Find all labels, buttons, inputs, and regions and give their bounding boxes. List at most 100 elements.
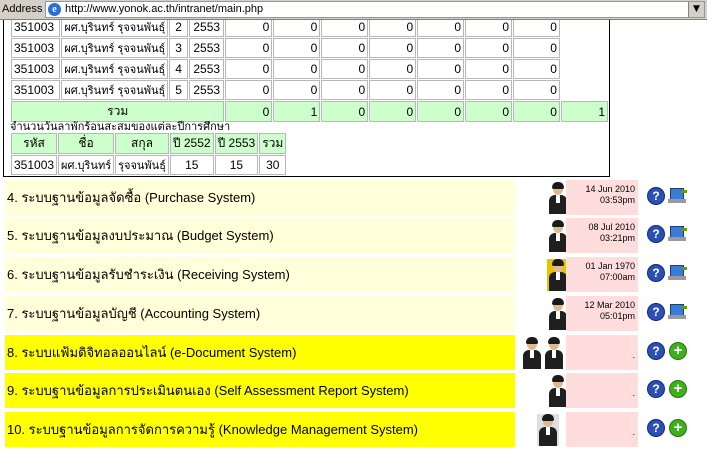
cell-value: 0: [225, 38, 273, 58]
table-header-row: รหัส ชื่อ สกุล ปี 2552 ปี 2553 รวม: [11, 133, 287, 154]
total-value: 0: [417, 101, 465, 122]
table-row: 351003 ผศ.บุรินทร์ รุจจนพันธุ์ 4 2553 0 0 0 0 0 0…: [11, 59, 608, 79]
help-icon[interactable]: ?: [647, 187, 665, 205]
cell-id: 351003: [11, 59, 61, 79]
last-update: .: [566, 373, 638, 408]
cell-year: 2553: [188, 59, 225, 79]
table-row: 351003 ผศ.บุรินทร์ รุจจนพันธุ์ 15 15 30: [11, 155, 287, 175]
last-update-time: .: [632, 427, 635, 437]
computer-access-icon[interactable]: [668, 225, 688, 243]
address-url[interactable]: http://www.yonok.ac.th/intranet/main.php: [65, 3, 263, 15]
cell-name: ผศ.บุรินทร์ รุจจนพันธุ์: [61, 38, 169, 58]
last-update-time: 03:21pm: [599, 233, 635, 243]
cell-year: 2553: [188, 80, 225, 100]
system-row: 10. ระบบฐานข้อมูลการจัดการความรู้ (Knowl…: [5, 412, 707, 449]
cell-last: รุจจนพันธุ์: [115, 155, 169, 175]
cell-value: 0: [513, 80, 560, 100]
help-icon[interactable]: ?: [647, 342, 665, 360]
system-link[interactable]: 8. ระบบแฟ้มดิจิทอลออนไลน์ (e-Document Sy…: [5, 335, 515, 370]
cell-year: 2553: [188, 38, 225, 58]
system-row: 6. ระบบฐานข้อมูลรับชำระเงิน (Receiving S…: [5, 257, 707, 294]
admin-avatars: [517, 218, 567, 253]
table-row: 351003 ผศ.บุรินทร์ รุจจนพันธุ์ 5 2553 0 0 0 0 0 0…: [11, 80, 608, 100]
avatar: [537, 414, 559, 446]
cell-name: ผศ.บุรินทร์ รุจจนพันธุ์: [61, 59, 169, 79]
last-update-time: 05:01pm: [599, 311, 635, 321]
last-update-date: 12 Mar 2010: [584, 300, 635, 310]
cell-value: 0: [321, 59, 369, 79]
admin-avatars: [517, 180, 567, 215]
admin-avatars: [517, 296, 567, 331]
last-update-date: 01 Jan 1970: [585, 261, 635, 271]
computer-access-icon[interactable]: [668, 264, 688, 282]
cell-value: 0: [369, 20, 417, 37]
cell-value: 0: [273, 20, 321, 37]
admin-avatars: [517, 257, 569, 292]
cell-id: 351003: [11, 80, 61, 100]
computer-access-icon[interactable]: [668, 303, 688, 321]
cell-value: 0: [273, 38, 321, 58]
cell-value: 0: [417, 38, 465, 58]
help-icon[interactable]: ?: [647, 380, 665, 398]
avatar: [521, 337, 543, 369]
admin-avatars: [517, 373, 567, 408]
cell-value: 0: [465, 80, 513, 100]
total-value: 1: [560, 101, 608, 122]
cell-value: 0: [225, 59, 273, 79]
system-link[interactable]: 9. ระบบฐานข้อมูลการประเมินตนเอง (Self As…: [5, 373, 515, 408]
cell-number: 3: [169, 38, 188, 58]
header-last: สกุล: [115, 133, 169, 154]
help-icon[interactable]: ?: [647, 419, 665, 437]
address-input[interactable]: e http://www.yonok.ac.th/intranet/main.p…: [45, 1, 705, 18]
total-value: 0: [369, 101, 417, 122]
system-link[interactable]: 10. ระบบฐานข้อมูลการจัดการความรู้ (Knowl…: [5, 412, 515, 447]
system-row: 8. ระบบแฟ้มดิจิทอลออนไลน์ (e-Document Sy…: [5, 335, 707, 372]
system-row: 5. ระบบฐานข้อมูลงบประมาณ (Budget System)…: [5, 218, 707, 255]
cell-total: 30: [259, 155, 287, 175]
help-icon[interactable]: ?: [647, 225, 665, 243]
last-update-time: 03:53pm: [599, 195, 635, 205]
cell-value: 0: [465, 38, 513, 58]
system-link[interactable]: 5. ระบบฐานข้อมูลงบประมาณ (Budget System): [5, 218, 515, 253]
cell-value: 0: [417, 80, 465, 100]
cell-number: 5: [169, 80, 188, 100]
cell-value: 0: [513, 59, 560, 79]
system-link[interactable]: 6. ระบบฐานข้อมูลรับชำระเงิน (Receiving S…: [5, 257, 515, 292]
cell-name: ผศ.บุรินทร์ รุจจนพันธุ์: [61, 80, 169, 100]
cell-value: 0: [369, 80, 417, 100]
cell-number: 4: [169, 59, 188, 79]
leave-table: 351003 ผศ.บุรินทร์ รุจจนพันธุ์ 2 2553 0 0 0 0 0 0…: [10, 20, 609, 123]
cell-value: 0: [369, 38, 417, 58]
chevron-down-icon[interactable]: ▼: [688, 2, 704, 17]
last-update: 14 Jun 2010 03:53pm: [566, 180, 638, 215]
system-row: 9. ระบบฐานข้อมูลการประเมินตนเอง (Self As…: [5, 373, 707, 410]
help-icon[interactable]: ?: [647, 303, 665, 321]
avatar: [543, 337, 565, 369]
add-icon[interactable]: +: [669, 380, 687, 398]
header-first: ชื่อ: [58, 133, 115, 154]
system-link[interactable]: 7. ระบบฐานข้อมูลบัญชี (Accounting System…: [5, 296, 515, 331]
cell-id: 351003: [11, 38, 61, 58]
cell-year: 2553: [188, 20, 225, 37]
add-icon[interactable]: +: [669, 419, 687, 437]
cell-value: 0: [321, 38, 369, 58]
cell-value: 0: [369, 59, 417, 79]
cell-value: 0: [417, 20, 465, 37]
cell-value: 0: [417, 59, 465, 79]
cell-value: 0: [321, 80, 369, 100]
add-icon[interactable]: +: [669, 342, 687, 360]
total-value: 0: [465, 101, 513, 122]
header-total: รวม: [259, 133, 287, 154]
computer-access-icon[interactable]: [668, 187, 688, 205]
system-row: 7. ระบบฐานข้อมูลบัญชี (Accounting System…: [5, 296, 707, 333]
leave-summary-panel: 351003 ผศ.บุรินทร์ รุจจนพันธุ์ 2 2553 0 0 0 0 0 0…: [3, 20, 610, 177]
cell-value: 0: [273, 80, 321, 100]
total-value: 0: [321, 101, 369, 122]
system-link[interactable]: 4. ระบบฐานข้อมูลจัดซื้อ (Purchase System…: [5, 180, 515, 215]
help-icon[interactable]: ?: [647, 264, 665, 282]
cell-first: ผศ.บุรินทร์: [58, 155, 115, 175]
cell-id: 351003: [11, 155, 58, 175]
cell-value: 0: [225, 80, 273, 100]
cell-value: 0: [465, 20, 513, 37]
cell-value: 0: [225, 20, 273, 37]
